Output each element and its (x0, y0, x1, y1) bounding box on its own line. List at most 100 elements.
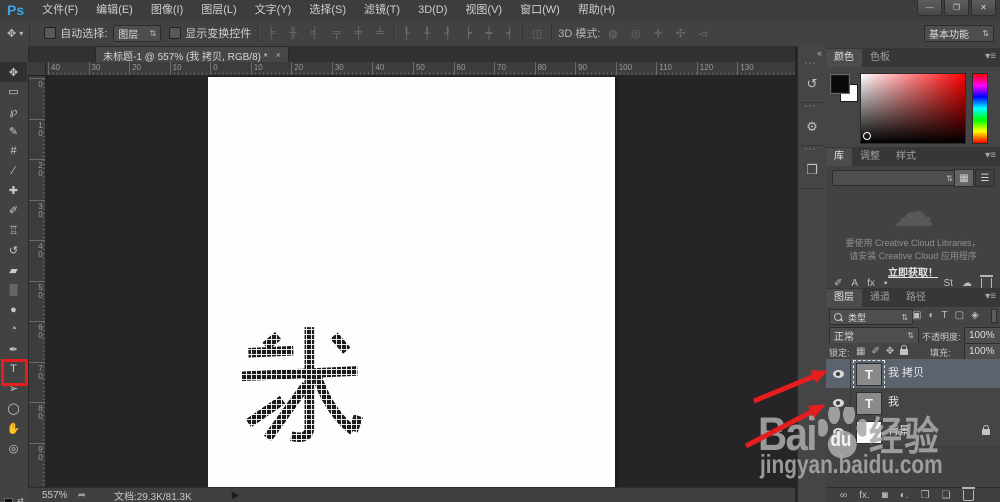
menu-3d[interactable]: 3D(D) (409, 0, 456, 20)
filter-shape-layers-icon[interactable]: ▢ (955, 310, 964, 321)
expand-panels-icon[interactable]: « (817, 48, 822, 58)
layer-row[interactable]: T我 拷贝 (826, 359, 1000, 389)
swap-colors-icon[interactable]: ⇄ (17, 496, 24, 502)
menu-file[interactable]: 文件(F) (33, 0, 87, 20)
document-canvas[interactable]: 我 (208, 77, 615, 487)
distribute-icon-5[interactable]: ┥ (503, 27, 516, 40)
menu-select[interactable]: 选择(S) (300, 0, 355, 20)
opacity-field[interactable]: 100% ▾ (964, 327, 1000, 344)
align-icon-2[interactable]: ╡ (308, 27, 322, 39)
zoom-level-field[interactable]: 557% (42, 490, 68, 501)
tab-swatches[interactable]: 色板 (862, 49, 898, 67)
minimize-button[interactable]: — (917, 0, 942, 16)
hand-tool[interactable]: ✋ (0, 418, 27, 438)
panel-menu-icon[interactable]: ▾≡ (985, 51, 996, 62)
share-icon[interactable]: ➦ (78, 490, 86, 501)
filter-type-layers-icon[interactable]: T (942, 310, 948, 321)
filter-smart-objects-icon[interactable]: ◈ (971, 310, 979, 321)
menu-view[interactable]: 视图(V) (456, 0, 511, 20)
align-icon-0[interactable]: ╞ (264, 27, 278, 39)
grid-view-button[interactable]: ▦ (954, 169, 974, 187)
blend-mode-dropdown[interactable]: 正常 ⇅ (829, 327, 919, 344)
tab-color[interactable]: 颜色 (826, 49, 862, 67)
menu-type[interactable]: 文字(Y) (246, 0, 301, 20)
new-layer-icon[interactable]: ❏ (942, 490, 951, 501)
3d-mode-icon-0[interactable]: ◍ (605, 27, 621, 40)
visibility-cell[interactable] (826, 359, 851, 388)
adjustment-layer-icon[interactable]: ◐. (900, 490, 909, 501)
menu-image[interactable]: 图像(I) (142, 0, 192, 20)
restore-button[interactable]: ❐ (944, 0, 969, 16)
filter-adjustment-layers-icon[interactable]: ◐ (928, 310, 934, 321)
group-layers-icon[interactable]: ❐ (921, 490, 930, 501)
fill-field[interactable]: 100% ▾ (964, 343, 1000, 360)
layer-thumbnail[interactable]: T (853, 360, 885, 389)
lock-all-icon[interactable] (900, 344, 909, 355)
auto-select-dropdown[interactable]: 图层 ⇅ (113, 24, 162, 42)
add-mask-icon[interactable]: ◙ (882, 490, 888, 501)
mini-foreground-swatch[interactable] (4, 498, 13, 502)
panel-foreground-swatch[interactable] (831, 75, 849, 93)
ellipse-tool[interactable]: ◯ (0, 399, 27, 419)
chevron-down-icon[interactable]: ▾ (19, 29, 23, 38)
close-button[interactable]: ✕ (971, 0, 996, 16)
panel-menu-icon[interactable]: ▾≡ (985, 150, 996, 161)
marquee-tool[interactable]: ▭ (0, 82, 27, 102)
move-tool[interactable]: ✥ (0, 62, 27, 82)
panel-menu-icon[interactable]: ▾≡ (985, 291, 996, 302)
lock-pixels-icon[interactable]: ✐ (871, 346, 879, 357)
tab-styles[interactable]: 样式 (888, 148, 924, 166)
align-icon-5[interactable]: ╧ (373, 27, 387, 39)
history-brush-tool[interactable]: ↺ (0, 240, 27, 260)
zoom-tool[interactable]: ◎ (0, 438, 27, 458)
dodge-tool[interactable]: ◔ (0, 319, 27, 339)
distribute-icon-1[interactable]: ╀ (421, 27, 434, 40)
library-select[interactable]: ⇅ (832, 170, 958, 186)
link-layers-icon[interactable]: ∞ (840, 490, 847, 501)
tab-libraries[interactable]: 库 (826, 148, 852, 166)
status-expander-icon[interactable]: ▶ (232, 490, 240, 501)
eraser-tool[interactable]: ▰ (0, 260, 27, 280)
auto-align-icon[interactable]: ◫ (529, 27, 545, 40)
menu-window[interactable]: 窗口(W) (511, 0, 569, 20)
filter-toggle[interactable] (991, 309, 997, 323)
layer-filter-dropdown[interactable]: 类型 ⇅ (829, 309, 913, 325)
3d-mode-icon-4[interactable]: ◅ (695, 27, 709, 40)
gradient-tool[interactable]: ▒ (0, 280, 27, 300)
tab-channels[interactable]: 通道 (862, 289, 898, 307)
auto-select-checkbox[interactable] (44, 27, 57, 39)
properties-panel-icon[interactable]: ⚙ (800, 109, 824, 146)
tab-adjustments[interactable]: 调整 (852, 148, 888, 166)
distribute-icon-3[interactable]: ┝ (462, 27, 475, 40)
filter-pixel-layers-icon[interactable]: ▣ (912, 310, 921, 321)
lock-position-icon[interactable]: ✥ (886, 346, 894, 357)
history-panel-icon[interactable]: ↺ (800, 66, 824, 103)
hue-slider[interactable] (972, 73, 988, 144)
healing-brush-tool[interactable]: ✚ (0, 181, 27, 201)
canvas-area[interactable]: 我 (45, 75, 795, 487)
distribute-icon-0[interactable]: ┞ (400, 27, 413, 40)
lasso-tool[interactable]: ℘ (0, 102, 27, 122)
align-icon-3[interactable]: ╤ (330, 27, 344, 39)
pen-tool[interactable]: ✒ (0, 339, 27, 359)
workspace-switcher[interactable]: 基本功能 ⇅ (924, 24, 994, 42)
distribute-icon-2[interactable]: ┦ (441, 27, 454, 40)
menu-filter[interactable]: 滤镜(T) (355, 0, 409, 20)
list-view-button[interactable]: ☰ (975, 169, 995, 187)
character-panel-icon[interactable]: ❒ (800, 152, 824, 189)
brush-tool[interactable]: ✐ (0, 201, 27, 221)
quick-selection-tool[interactable]: ✎ (0, 121, 27, 141)
saturation-brightness-field[interactable] (860, 73, 966, 144)
menu-layer[interactable]: 图层(L) (192, 0, 245, 20)
align-icon-1[interactable]: ╫ (286, 27, 300, 39)
distribute-icon-4[interactable]: ┿ (483, 27, 496, 40)
delete-layer-icon[interactable] (961, 487, 975, 501)
menu-help[interactable]: 帮助(H) (569, 0, 624, 20)
eyedropper-tool[interactable]: ∕ (0, 161, 27, 181)
show-transform-checkbox[interactable] (169, 27, 182, 39)
3d-mode-icon-1[interactable]: ◎ (628, 27, 644, 40)
crop-tool[interactable]: # (0, 141, 27, 161)
eye-icon[interactable] (832, 369, 844, 378)
document-tab[interactable]: 未标题-1 @ 557% (我 拷贝, RGB/8) * × (95, 46, 289, 63)
lock-transparent-icon[interactable]: ▦ (856, 346, 865, 357)
